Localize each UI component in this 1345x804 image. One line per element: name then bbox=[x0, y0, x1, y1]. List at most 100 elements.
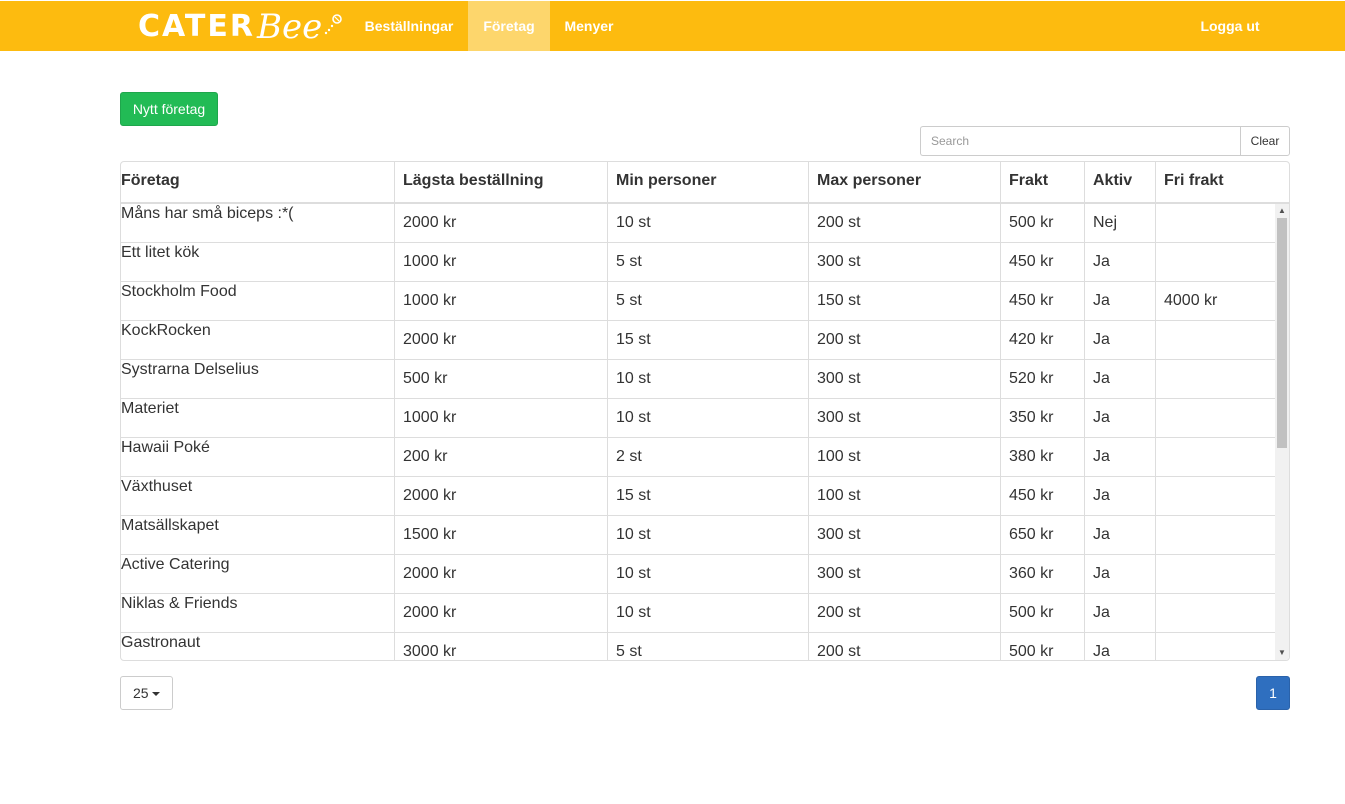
cell-active: Ja bbox=[1084, 399, 1155, 437]
page-button-current[interactable]: 1 bbox=[1256, 676, 1290, 710]
cell-company: Active Catering bbox=[121, 556, 230, 573]
scroll-up-arrow-icon[interactable]: ▲ bbox=[1275, 204, 1289, 218]
cell-min-order: 1000 kr bbox=[394, 282, 607, 320]
table-body[interactable]: Måns har små biceps :*( 2000 kr 10 st 20… bbox=[121, 204, 1275, 660]
cell-active: Ja bbox=[1084, 633, 1155, 660]
cell-min-order: 2000 kr bbox=[394, 555, 607, 593]
cell-min-persons: 10 st bbox=[607, 594, 808, 632]
cell-min-persons: 15 st bbox=[607, 477, 808, 515]
cell-min-persons: 2 st bbox=[607, 438, 808, 476]
table-row[interactable]: Måns har små biceps :*( 2000 kr 10 st 20… bbox=[121, 204, 1275, 243]
cell-active: Ja bbox=[1084, 321, 1155, 359]
scroll-down-arrow-icon[interactable]: ▼ bbox=[1275, 646, 1289, 660]
cell-shipping: 450 kr bbox=[1000, 477, 1084, 515]
cell-min-persons: 5 st bbox=[607, 282, 808, 320]
search-input[interactable] bbox=[920, 126, 1240, 156]
bee-icon bbox=[322, 12, 343, 42]
table-row[interactable]: KockRocken 2000 kr 15 st 200 st 420 kr J… bbox=[121, 321, 1275, 360]
page-size-value: 25 bbox=[133, 685, 149, 701]
column-header-active[interactable]: Aktiv bbox=[1084, 162, 1155, 202]
cell-min-order: 1000 kr bbox=[394, 399, 607, 437]
cell-max-persons: 100 st bbox=[808, 477, 1000, 515]
nav-orders[interactable]: Beställningar bbox=[350, 1, 468, 51]
column-header-company[interactable]: Företag bbox=[121, 162, 394, 202]
table-row[interactable]: Hawaii Poké 200 kr 2 st 100 st 380 kr Ja bbox=[121, 438, 1275, 477]
cell-max-persons: 150 st bbox=[808, 282, 1000, 320]
logo-text-primary: CATER bbox=[138, 9, 255, 44]
cell-company: Gastronaut bbox=[121, 634, 201, 651]
column-header-min-order[interactable]: Lägsta beställning bbox=[394, 162, 607, 202]
table-row[interactable]: Gastronaut 3000 kr 5 st 200 st 500 kr Ja bbox=[121, 633, 1275, 660]
companies-table: Företag Lägsta beställning Min personer … bbox=[120, 161, 1290, 661]
cell-max-persons: 300 st bbox=[808, 243, 1000, 281]
cell-active: Ja bbox=[1084, 243, 1155, 281]
cell-max-persons: 300 st bbox=[808, 399, 1000, 437]
page-size-dropdown[interactable]: 25 bbox=[120, 676, 173, 710]
cell-free-shipping bbox=[1155, 477, 1275, 515]
cell-shipping: 360 kr bbox=[1000, 555, 1084, 593]
column-header-free-shipping[interactable]: Fri frakt bbox=[1155, 162, 1289, 202]
table-row[interactable]: Stockholm Food 1000 kr 5 st 150 st 450 k… bbox=[121, 282, 1275, 321]
table-row[interactable]: Ett litet kök 1000 kr 5 st 300 st 450 kr… bbox=[121, 243, 1275, 282]
cell-free-shipping bbox=[1155, 399, 1275, 437]
cell-min-order: 3000 kr bbox=[394, 633, 607, 660]
search-group: Clear bbox=[920, 126, 1290, 156]
cell-min-persons: 15 st bbox=[607, 321, 808, 359]
cell-free-shipping: 4000 kr bbox=[1155, 282, 1275, 320]
cell-company: KockRocken bbox=[121, 322, 211, 339]
cell-min-persons: 10 st bbox=[607, 399, 808, 437]
table-row[interactable]: Matsällskapet 1500 kr 10 st 300 st 650 k… bbox=[121, 516, 1275, 555]
cell-min-order: 2000 kr bbox=[394, 321, 607, 359]
column-header-max-persons[interactable]: Max personer bbox=[808, 162, 1000, 202]
nav-companies[interactable]: Företag bbox=[468, 1, 550, 51]
cell-company: Växthuset bbox=[121, 478, 193, 495]
cell-shipping: 420 kr bbox=[1000, 321, 1084, 359]
cell-free-shipping bbox=[1155, 438, 1275, 476]
table-row[interactable]: Systrarna Delselius 500 kr 10 st 300 st … bbox=[121, 360, 1275, 399]
cell-shipping: 520 kr bbox=[1000, 360, 1084, 398]
cell-max-persons: 300 st bbox=[808, 516, 1000, 554]
table-row[interactable]: Active Catering 2000 kr 10 st 300 st 360… bbox=[121, 555, 1275, 594]
column-header-shipping[interactable]: Frakt bbox=[1000, 162, 1084, 202]
cell-company: Måns har små biceps :*( bbox=[121, 205, 294, 222]
cell-active: Ja bbox=[1084, 282, 1155, 320]
table-row[interactable]: Niklas & Friends 2000 kr 10 st 200 st 50… bbox=[121, 594, 1275, 633]
cell-min-order: 2000 kr bbox=[394, 204, 607, 242]
cell-free-shipping bbox=[1155, 360, 1275, 398]
nav-menus[interactable]: Menyer bbox=[550, 1, 628, 51]
column-header-min-persons[interactable]: Min personer bbox=[607, 162, 808, 202]
cell-min-order: 200 kr bbox=[394, 438, 607, 476]
new-company-button[interactable]: Nytt företag bbox=[120, 92, 218, 126]
cell-min-persons: 5 st bbox=[607, 243, 808, 281]
cell-shipping: 450 kr bbox=[1000, 282, 1084, 320]
cell-min-persons: 10 st bbox=[607, 204, 808, 242]
cell-min-persons: 10 st bbox=[607, 360, 808, 398]
table-scrollbar[interactable]: ▲ ▼ bbox=[1275, 204, 1289, 660]
table-row[interactable]: Materiet 1000 kr 10 st 300 st 350 kr Ja bbox=[121, 399, 1275, 438]
clear-search-button[interactable]: Clear bbox=[1240, 126, 1290, 156]
caterbee-logo[interactable]: CATER Bee bbox=[138, 7, 343, 47]
cell-min-persons: 10 st bbox=[607, 516, 808, 554]
scrollbar-thumb[interactable] bbox=[1277, 218, 1287, 448]
cell-max-persons: 200 st bbox=[808, 204, 1000, 242]
cell-max-persons: 200 st bbox=[808, 594, 1000, 632]
cell-company: Hawaii Poké bbox=[121, 439, 210, 456]
cell-company: Systrarna Delselius bbox=[121, 361, 259, 378]
cell-active: Ja bbox=[1084, 477, 1155, 515]
cell-min-persons: 5 st bbox=[607, 633, 808, 660]
cell-max-persons: 100 st bbox=[808, 438, 1000, 476]
cell-company: Materiet bbox=[121, 400, 179, 417]
cell-active: Ja bbox=[1084, 594, 1155, 632]
cell-max-persons: 300 st bbox=[808, 360, 1000, 398]
cell-shipping: 380 kr bbox=[1000, 438, 1084, 476]
table-row[interactable]: Växthuset 2000 kr 15 st 100 st 450 kr Ja bbox=[121, 477, 1275, 516]
logo-text-secondary: Bee bbox=[256, 7, 323, 47]
cell-min-order: 500 kr bbox=[394, 360, 607, 398]
cell-active: Ja bbox=[1084, 360, 1155, 398]
logout-link[interactable]: Logga ut bbox=[1185, 1, 1275, 51]
cell-active: Ja bbox=[1084, 555, 1155, 593]
cell-shipping: 500 kr bbox=[1000, 633, 1084, 660]
cell-active: Ja bbox=[1084, 438, 1155, 476]
cell-active: Ja bbox=[1084, 516, 1155, 554]
cell-free-shipping bbox=[1155, 204, 1275, 242]
